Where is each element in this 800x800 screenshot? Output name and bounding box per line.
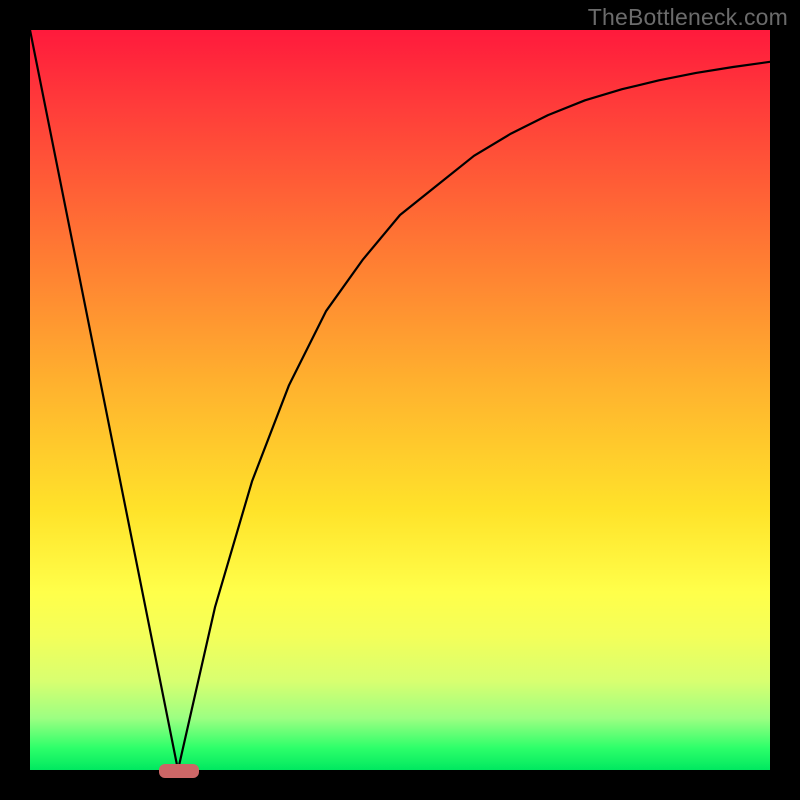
- optimum-marker: [159, 764, 199, 778]
- chart-frame: TheBottleneck.com: [0, 0, 800, 800]
- watermark-text: TheBottleneck.com: [588, 4, 788, 31]
- bottleneck-curve: [30, 30, 770, 770]
